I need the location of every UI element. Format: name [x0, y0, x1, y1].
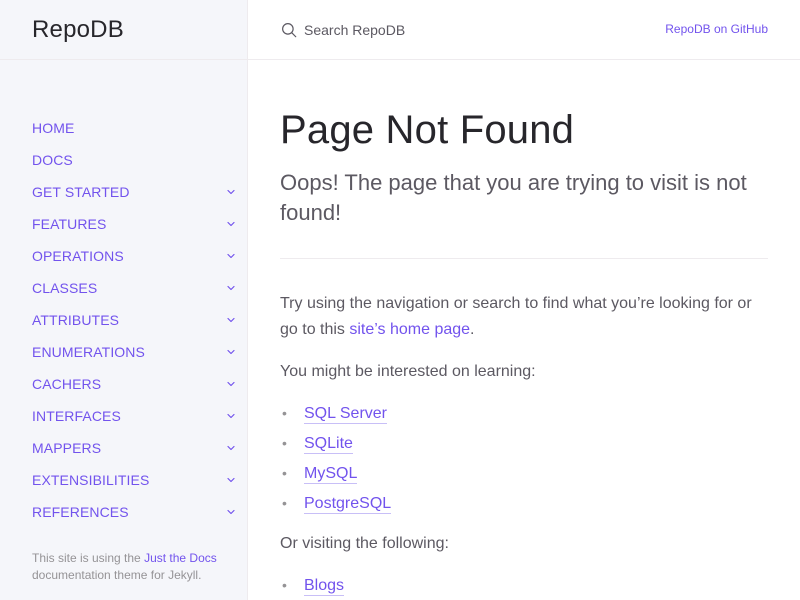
- list-item: • MySQL: [280, 459, 768, 489]
- learning-link-mysql[interactable]: MySQL: [304, 464, 358, 484]
- sidebar-link-cachers[interactable]: CACHERS: [32, 376, 101, 392]
- home-page-link[interactable]: site’s home page: [349, 321, 470, 338]
- chevron-down-icon[interactable]: [223, 376, 239, 392]
- learning-label: You might be interested on learning:: [280, 363, 536, 380]
- search-bar: [248, 0, 628, 60]
- sidebar-item-mappers: MAPPERS: [0, 432, 247, 464]
- sidebar-footer: This site is using the Just the Docs doc…: [32, 550, 232, 584]
- list-item: • PostgreSQL: [280, 489, 768, 519]
- sidebar-item-attributes: ATTRIBUTES: [0, 304, 247, 336]
- learning-links-list: • SQL Server • SQLite • MySQL • PostgreSQL: [280, 399, 768, 519]
- sidebar-item-get-started: GET STARTED: [0, 176, 247, 208]
- sidebar-link-references[interactable]: REFERENCES: [32, 504, 129, 520]
- sidebar-item-interfaces: INTERFACES: [0, 400, 247, 432]
- sidebar-link-operations[interactable]: OPERATIONS: [32, 248, 124, 264]
- visiting-label: Or visiting the following:: [280, 535, 449, 552]
- sidebar-item-operations: OPERATIONS: [0, 240, 247, 272]
- sidebar-item-extensibilities: EXTENSIBILITIES: [0, 464, 247, 496]
- site-header: RepoDB: [0, 0, 247, 60]
- search-input[interactable]: [304, 21, 604, 38]
- sidebar-link-get-started[interactable]: GET STARTED: [32, 184, 130, 200]
- bullet-icon: •: [282, 577, 287, 593]
- visiting-links-list: • Blogs: [280, 571, 768, 600]
- nav-hint-suffix: .: [470, 321, 475, 338]
- nav-hint-text: Try using the navigation or search to fi…: [280, 291, 768, 343]
- footer-suffix: documentation theme for Jekyll.: [32, 568, 202, 582]
- learning-link-sqlite[interactable]: SQLite: [304, 434, 353, 454]
- chevron-down-icon[interactable]: [223, 344, 239, 360]
- bullet-icon: •: [282, 405, 287, 421]
- chevron-down-icon[interactable]: [223, 408, 239, 424]
- main-content: Page Not Found Oops! The page that you a…: [280, 60, 768, 600]
- page-subtitle: Oops! The page that you are trying to vi…: [280, 170, 747, 225]
- sidebar-item-docs: DOCS: [0, 144, 247, 176]
- sidebar-link-extensibilities[interactable]: EXTENSIBILITIES: [32, 472, 149, 488]
- sidebar-item-cachers: CACHERS: [0, 368, 247, 400]
- divider: [280, 258, 768, 259]
- sidebar-item-features: FEATURES: [0, 208, 247, 240]
- sidebar-item-references: REFERENCES: [0, 496, 247, 528]
- learning-link-sql-server[interactable]: SQL Server: [304, 404, 387, 424]
- chevron-down-icon[interactable]: [223, 184, 239, 200]
- chevron-down-icon[interactable]: [223, 248, 239, 264]
- sidebar-link-classes[interactable]: CLASSES: [32, 280, 97, 296]
- page-title: Page Not Found: [280, 108, 575, 152]
- learning-link-postgresql[interactable]: PostgreSQL: [304, 494, 392, 514]
- chevron-down-icon[interactable]: [223, 504, 239, 520]
- site-title-link[interactable]: RepoDB: [32, 16, 124, 44]
- footer-prefix: This site is using the: [32, 551, 145, 565]
- sidebar-link-mappers[interactable]: MAPPERS: [32, 440, 101, 456]
- list-item: • SQLite: [280, 429, 768, 459]
- bullet-icon: •: [282, 435, 287, 451]
- bullet-icon: •: [282, 495, 287, 511]
- chevron-down-icon[interactable]: [223, 472, 239, 488]
- sidebar-link-interfaces[interactable]: INTERFACES: [32, 408, 121, 424]
- sidebar-link-attributes[interactable]: ATTRIBUTES: [32, 312, 119, 328]
- list-item: • Blogs: [280, 571, 768, 600]
- sidebar-item-classes: CLASSES: [0, 272, 247, 304]
- list-item: • SQL Server: [280, 399, 768, 429]
- sidebar-nav: HOME DOCS GET STARTED FEATURES OPERATIONS CLA…: [0, 60, 247, 528]
- chevron-down-icon[interactable]: [223, 280, 239, 296]
- sidebar: RepoDB HOME DOCS GET STARTED FEATURES OPERAT…: [0, 0, 248, 600]
- chevron-down-icon[interactable]: [223, 312, 239, 328]
- chevron-down-icon[interactable]: [223, 216, 239, 232]
- just-the-docs-link[interactable]: Just the Docs: [144, 551, 217, 565]
- main-header: RepoDB on GitHub: [248, 0, 800, 60]
- visiting-link-blogs[interactable]: Blogs: [304, 576, 345, 596]
- sidebar-link-docs[interactable]: DOCS: [32, 152, 73, 168]
- sidebar-item-enumerations: ENUMERATIONS: [0, 336, 247, 368]
- sidebar-link-home[interactable]: HOME: [32, 120, 74, 136]
- github-link[interactable]: RepoDB on GitHub: [665, 22, 768, 36]
- bullet-icon: •: [282, 465, 287, 481]
- sidebar-link-features[interactable]: FEATURES: [32, 216, 106, 232]
- sidebar-link-enumerations[interactable]: ENUMERATIONS: [32, 344, 145, 360]
- search-icon: [282, 22, 297, 37]
- chevron-down-icon[interactable]: [223, 440, 239, 456]
- sidebar-item-home: HOME: [0, 112, 247, 144]
